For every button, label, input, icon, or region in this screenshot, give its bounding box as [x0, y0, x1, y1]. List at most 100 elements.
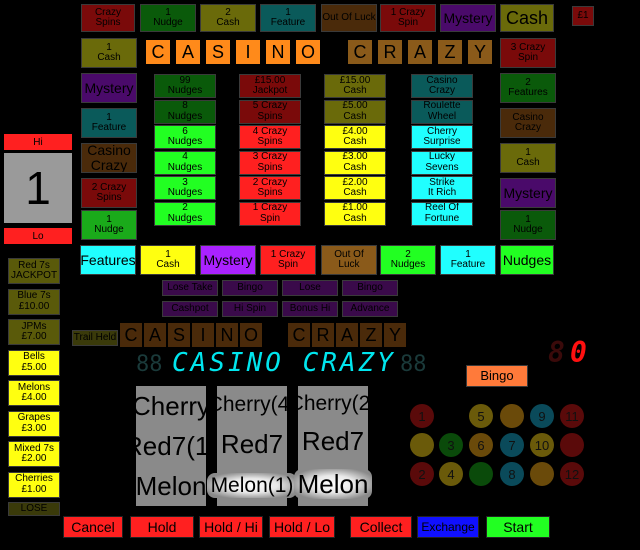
- title-letter: Z: [438, 40, 462, 64]
- top-trail-8: Cash: [500, 4, 554, 32]
- title-letter: A: [408, 40, 432, 64]
- bingo-ball: 3: [439, 433, 463, 457]
- option-top-1: Lose Take: [162, 280, 218, 296]
- nudge-ladder-step-6: 2 Nudges: [154, 201, 216, 226]
- top-trail-5: Out Of Luck: [321, 4, 377, 32]
- cash-ladder-step-5: £2.00 Cash: [324, 176, 386, 200]
- bingo-ball: 12: [560, 462, 584, 486]
- feature-row-6: 2 Nudges: [380, 245, 436, 275]
- title-letter: O: [296, 40, 320, 64]
- feature-row-8: Nudges: [500, 245, 554, 275]
- feature-row-1: Features: [80, 245, 136, 275]
- feature-ladder-step-6: Reel Of Fortune: [411, 201, 473, 226]
- bingo-ball: [530, 462, 554, 486]
- bingo-ball: [560, 433, 584, 457]
- hi-indicator: Hi: [4, 134, 72, 150]
- bingo-ball: 6: [469, 433, 493, 457]
- feature-row-5: Out Of Luck: [321, 245, 377, 275]
- spin-ladder-step-6: 1 Crazy Spin: [239, 201, 301, 226]
- option-top-2: Bingo: [222, 280, 278, 296]
- feature-ladder-step-5: Strike It Rich: [411, 176, 473, 200]
- title2-letter: A: [336, 323, 358, 347]
- lcd-title: CASINO CRAZY: [172, 348, 396, 378]
- lcd-left-pad: 88: [136, 352, 163, 377]
- right-trail-3: Casino Crazy: [500, 108, 556, 138]
- title2-letter: O: [240, 323, 262, 347]
- title2-letter: I: [192, 323, 214, 347]
- feature-row-3: Mystery: [200, 245, 256, 275]
- bingo-ball: [410, 433, 434, 457]
- feature-ladder-step-3: Cherry Surprise: [411, 125, 473, 149]
- left-trail-6: 1 Nudge: [81, 210, 137, 240]
- collect-button[interactable]: Collect: [350, 516, 412, 538]
- spin-ladder-step-2: 5 Crazy Spins: [239, 99, 301, 124]
- title2-letter: R: [312, 323, 334, 347]
- reel-symbol: Red7(1): [124, 431, 218, 461]
- title-letter: N: [266, 40, 290, 64]
- lo-indicator: Lo: [4, 228, 72, 244]
- reel-2[interactable]: Cherry(4) Red7 Melon(1): [206, 386, 298, 506]
- bingo-ball: 11: [560, 404, 584, 428]
- paytable-row-9: LOSE: [8, 502, 60, 516]
- top-trail-3: 2 Cash: [200, 4, 256, 32]
- start-button[interactable]: Start: [486, 516, 550, 538]
- cash-ladder-step-2: £5.00 Cash: [324, 99, 386, 124]
- top-trail-9: £1: [572, 6, 594, 26]
- nudge-ladder-step-5: 3 Nudges: [154, 176, 216, 200]
- bingo-ball: 10: [530, 433, 554, 457]
- trail-held-label: Trail Held: [72, 330, 118, 346]
- reel-1[interactable]: Cherry Red7(1) Melon: [124, 386, 218, 506]
- bingo-label: Bingo: [466, 365, 528, 387]
- paytable-row-5: Melons £4.00: [8, 380, 60, 406]
- feature-row-7: 1 Feature: [440, 245, 496, 275]
- cash-ladder-step-1: £15.00 Cash: [324, 74, 386, 98]
- spin-ladder-step-4: 3 Crazy Spins: [239, 150, 301, 175]
- paytable-row-6: Grapes £3.00: [8, 410, 60, 437]
- hold-hi-button[interactable]: Hold / Hi: [199, 516, 263, 538]
- reel-symbol: Red7: [301, 426, 365, 457]
- feature-row-2: 1 Cash: [140, 245, 196, 275]
- exchange-button[interactable]: Exchange: [417, 516, 479, 538]
- feature-ladder-step-1: Casino Crazy: [411, 74, 473, 98]
- option-bottom-3: Bonus Hi: [282, 301, 338, 317]
- paytable-row-7: Mixed 7s £2.00: [8, 441, 60, 467]
- hold-lo-button[interactable]: Hold / Lo: [269, 516, 335, 538]
- paytable-row-8: Cherries £1.00: [8, 471, 60, 498]
- title2-letter: A: [144, 323, 166, 347]
- title-letter: I: [236, 40, 260, 64]
- left-trail-5: 2 Crazy Spins: [81, 178, 137, 208]
- reel-symbol: Cherry(4): [207, 393, 297, 416]
- title2-letter: N: [216, 323, 238, 347]
- bingo-ball: 4: [439, 462, 463, 486]
- right-trail-1: 3 Crazy Spin: [500, 38, 556, 68]
- right-trail-4: 1 Cash: [500, 143, 556, 173]
- top-trail-4: 1 Feature: [260, 4, 316, 32]
- feature-row-4: 1 Crazy Spin: [260, 245, 316, 275]
- top-trail-1: Crazy Spins: [81, 4, 135, 32]
- option-bottom-1: Cashpot: [162, 301, 218, 317]
- title-letter: R: [378, 40, 402, 64]
- title2-letter: Y: [384, 323, 406, 347]
- spin-ladder-step-5: 2 Crazy Spins: [239, 176, 301, 200]
- spin-ladder-step-1: £15.00 Jackpot: [239, 74, 301, 98]
- paytable-row-3: JPMs £7.00: [8, 319, 60, 345]
- left-trail-1: 1 Cash: [81, 38, 137, 68]
- cancel-button[interactable]: Cancel: [63, 516, 123, 538]
- title-letter: C: [348, 40, 372, 64]
- top-trail-6: 1 Crazy Spin: [380, 4, 436, 32]
- left-trail-4: Casino Crazy: [81, 143, 137, 173]
- nudge-ladder-step-1: 99 Nudges: [154, 74, 216, 98]
- right-trail-2: 2 Features: [500, 73, 556, 103]
- title2-letter: Z: [360, 323, 382, 347]
- top-trail-7: Mystery: [440, 4, 496, 32]
- bingo-ball: 9: [530, 404, 554, 428]
- reel-3[interactable]: Cherry(2) Red7 Melon: [289, 386, 377, 506]
- credit-display: 0: [570, 336, 587, 369]
- lcd-right-pad: 88: [400, 352, 427, 377]
- reel-symbol: Melon: [135, 471, 207, 501]
- option-bottom-4: Advance: [342, 301, 398, 317]
- title2-letter: C: [120, 323, 142, 347]
- paytable-row-4: Bells £5.00: [8, 349, 60, 376]
- title2-letter: S: [168, 323, 190, 347]
- hold-button[interactable]: Hold: [130, 516, 194, 538]
